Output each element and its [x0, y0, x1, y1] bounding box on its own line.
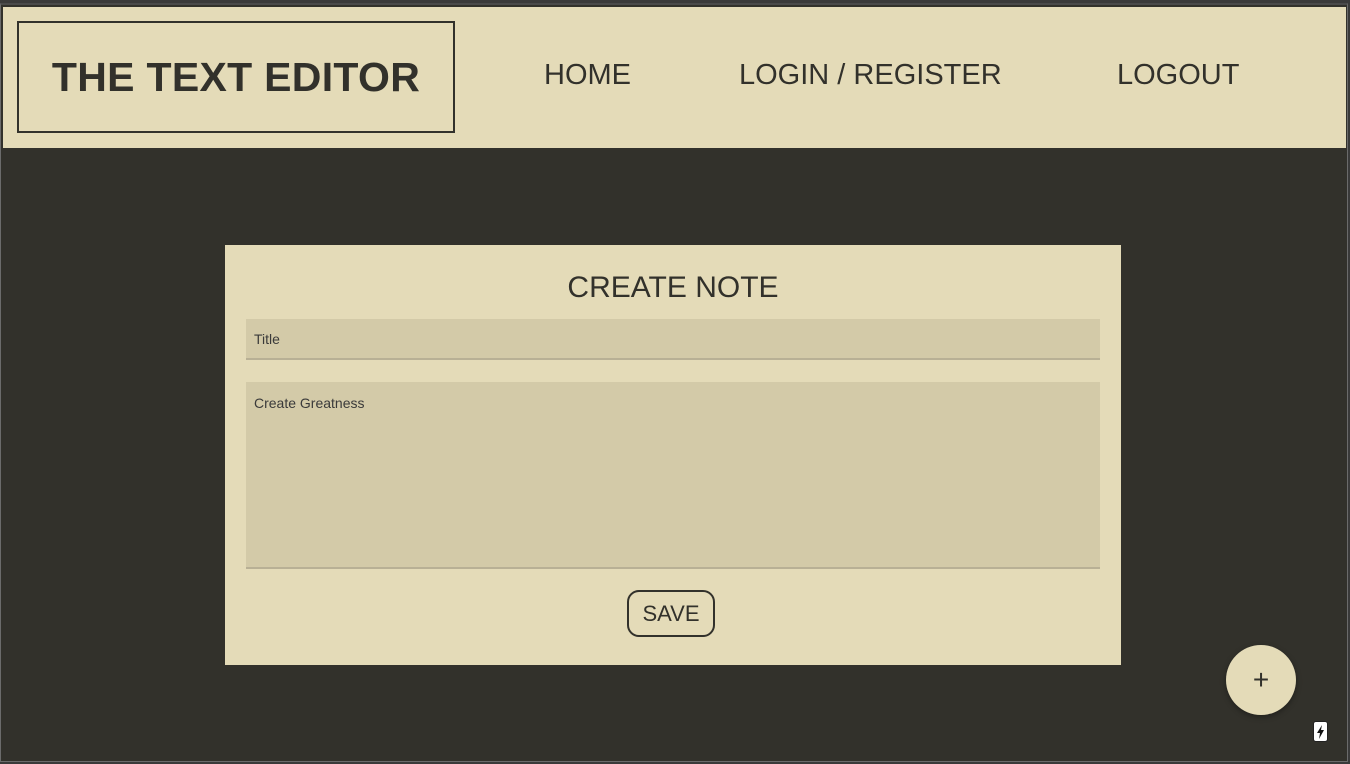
note-title-input[interactable] [246, 319, 1100, 360]
add-note-fab[interactable]: + [1226, 645, 1296, 715]
top-nav-bar: THE TEXT EDITOR HOME LOGIN / REGISTER LO… [3, 7, 1346, 148]
lightning-bolt-icon [1317, 724, 1324, 739]
app-window: THE TEXT EDITOR HOME LOGIN / REGISTER LO… [0, 3, 1348, 762]
nav-login-register-link[interactable]: LOGIN / REGISTER [739, 59, 1002, 92]
create-note-card: CREATE NOTE SAVE [225, 245, 1121, 665]
save-button[interactable]: SAVE [627, 590, 715, 637]
site-brand[interactable]: THE TEXT EDITOR [17, 21, 455, 133]
nav-logout-link[interactable]: LOGOUT [1117, 59, 1239, 92]
create-note-heading: CREATE NOTE [567, 271, 779, 304]
note-content-textarea[interactable] [246, 382, 1100, 569]
nav-home-link[interactable]: HOME [544, 59, 631, 92]
plus-icon: + [1252, 664, 1270, 695]
corner-badge[interactable] [1313, 721, 1328, 742]
